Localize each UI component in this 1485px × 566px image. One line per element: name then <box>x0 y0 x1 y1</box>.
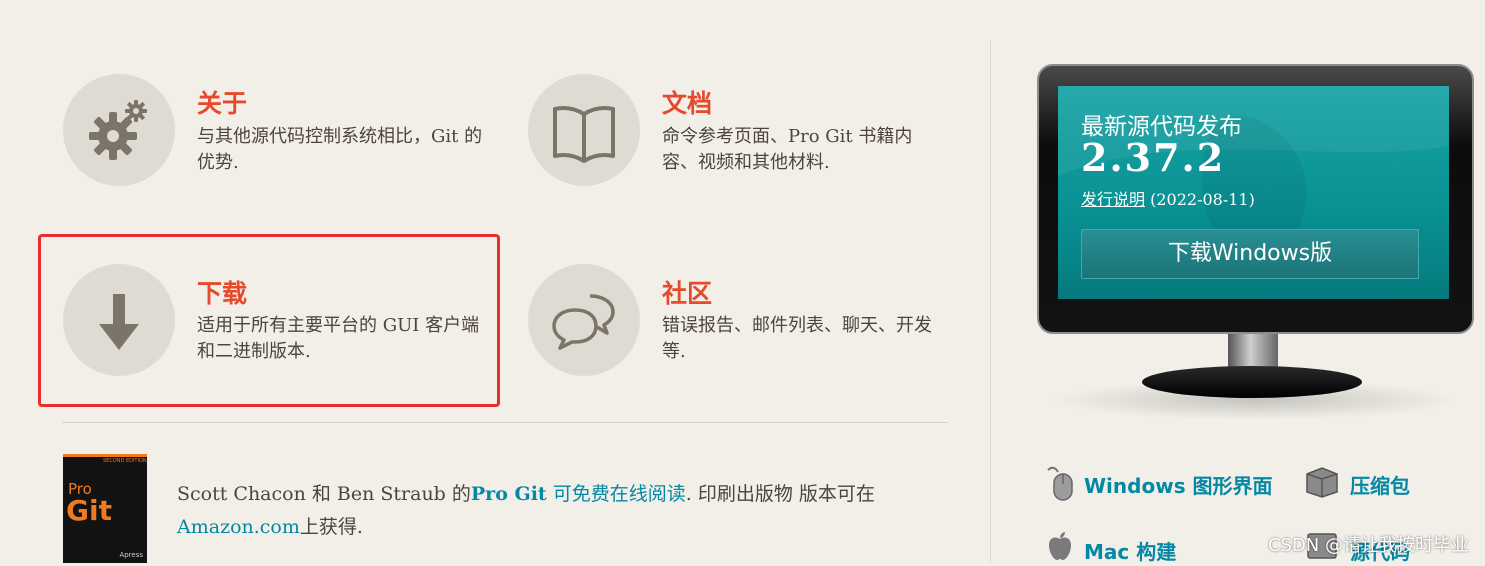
release-notes-link[interactable]: 发行说明 <box>1081 190 1145 209</box>
feature-docs-title[interactable]: 文档 <box>662 84 712 120</box>
csdn-watermark: CSDN @请让我按时毕业 <box>1267 535 1469 556</box>
monitor-base <box>1142 366 1362 398</box>
gears-icon <box>63 74 175 186</box>
book-description: Scott Chacon 和 Ben Straub 的Pro Git 可免费在线… <box>177 478 937 544</box>
read-online-link[interactable]: 可免费在线阅读 <box>547 483 686 505</box>
highlight-box <box>38 234 500 407</box>
book-cover-git: Git <box>66 494 112 527</box>
apple-icon <box>1046 530 1074 566</box>
pro-git-link[interactable]: Pro Git <box>471 483 547 505</box>
feature-docs-desc: 命令参考页面、Pro Git 书籍内容、视频和其他材料. <box>662 126 913 173</box>
divider <box>62 422 948 423</box>
latest-version: 2.37.2 <box>1081 135 1226 180</box>
feature-community-title[interactable]: 社区 <box>662 274 712 310</box>
mouse-icon <box>1044 462 1076 506</box>
chat-bubbles-icon <box>528 264 640 376</box>
mac-build-link[interactable]: Mac 构建 <box>1084 536 1176 565</box>
feature-community-desc: 错误报告、邮件列表、聊天、开发等. <box>662 315 932 362</box>
book-available-text: 上获得. <box>299 516 363 538</box>
sidebar-divider <box>990 40 991 563</box>
feature-about-title[interactable]: 关于 <box>197 84 247 120</box>
amazon-link[interactable]: Amazon.com <box>177 516 300 538</box>
download-windows-button[interactable]: 下载Windows版 <box>1081 229 1419 279</box>
pro-git-book-cover[interactable]: SECOND EDITION Pro Git Apress <box>63 454 147 563</box>
book-cover-edition: SECOND EDITION <box>103 458 147 464</box>
feature-about-desc: 与其他源代码控制系统相比，Git 的优势. <box>197 126 483 173</box>
release-date: (2022-08-11) <box>1145 190 1255 209</box>
windows-gui-link[interactable]: Windows 图形界面 <box>1084 470 1273 499</box>
book-authors: Scott Chacon 和 Ben Straub 的 <box>177 483 471 505</box>
tarballs-link[interactable]: 压缩包 <box>1350 470 1410 499</box>
release-info: 发行说明 (2022-08-11) <box>1081 186 1255 210</box>
book-icon <box>528 74 640 186</box>
book-cover-publisher: Apress <box>119 551 143 559</box>
archive-box-icon <box>1305 466 1339 502</box>
book-print-text: . 印刷出版物 版本可在 <box>685 483 875 505</box>
